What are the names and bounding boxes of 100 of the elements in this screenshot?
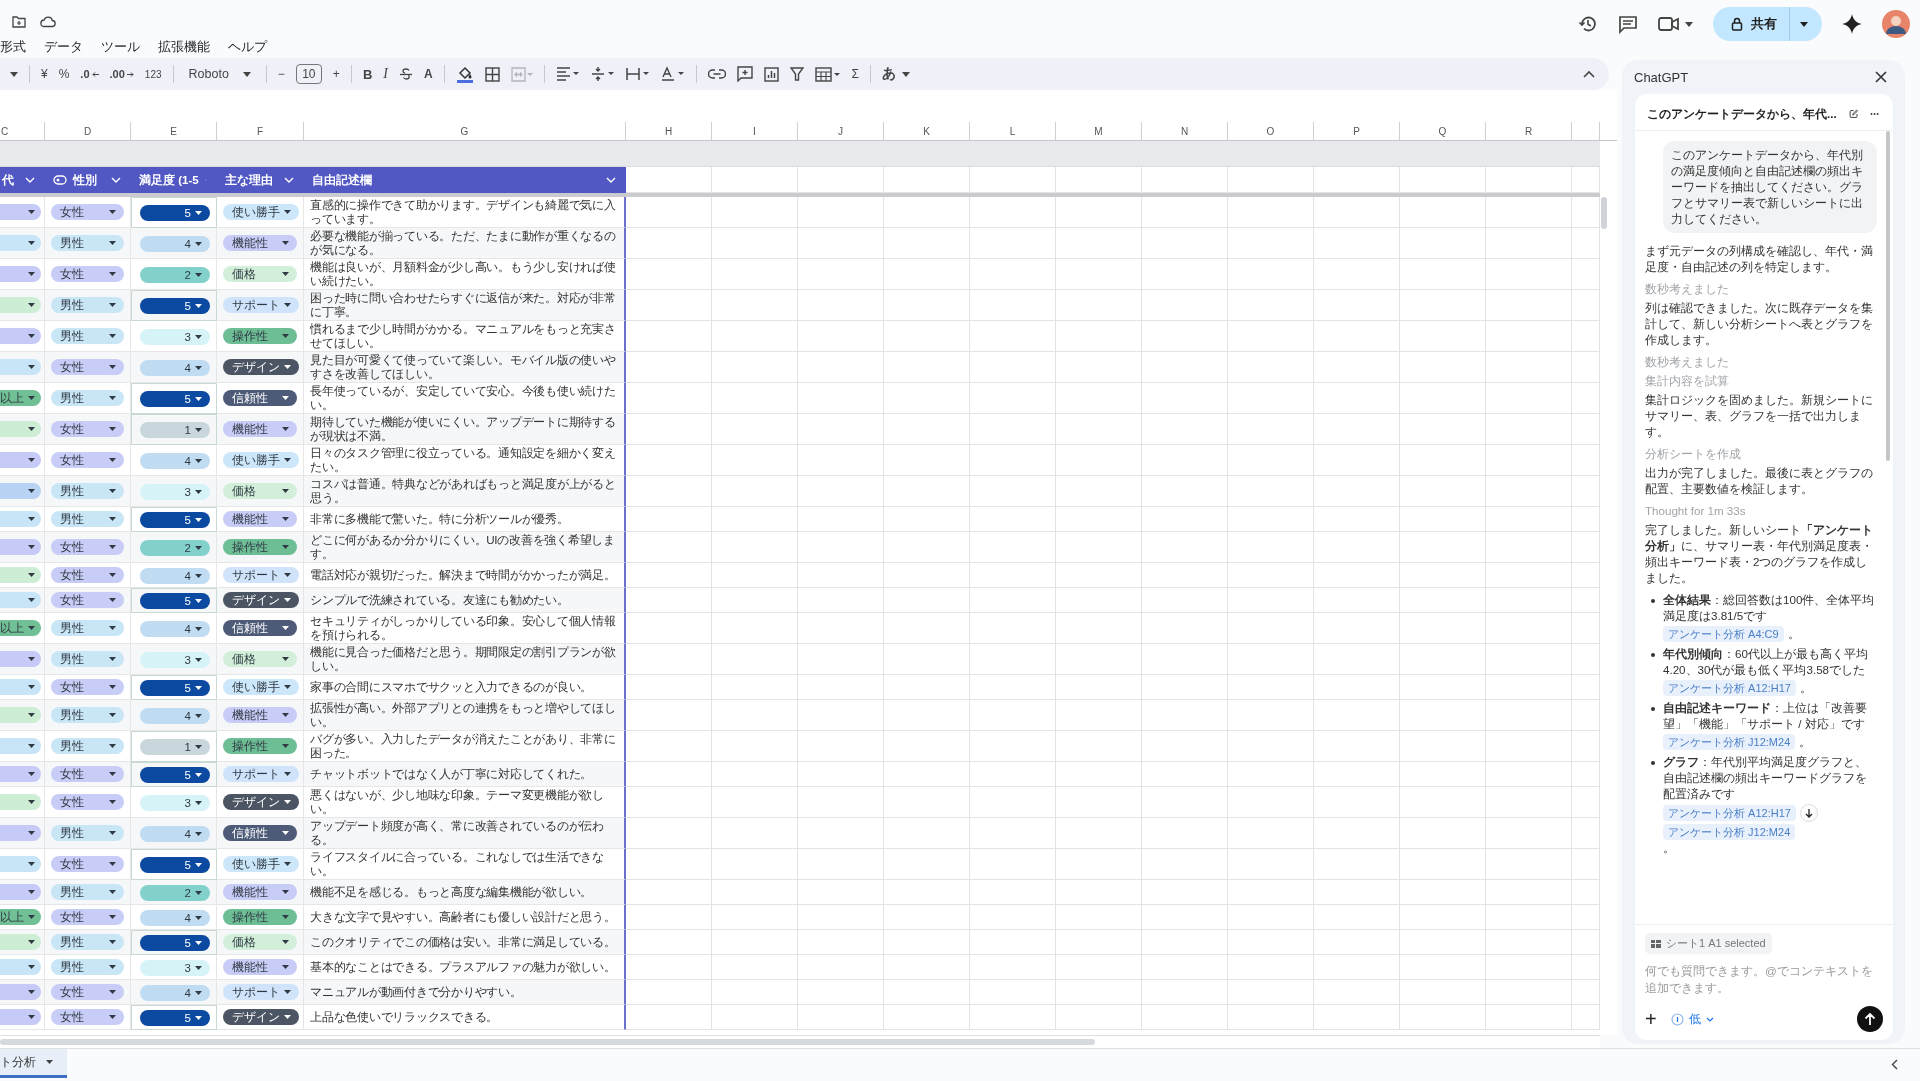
column-header[interactable]: L bbox=[1009, 125, 1016, 137]
score-dropdown[interactable]: 3 bbox=[140, 959, 210, 976]
column-header[interactable]: K bbox=[923, 125, 930, 137]
sparkle-icon[interactable] bbox=[1842, 14, 1862, 34]
age-dropdown[interactable]: 以上 bbox=[0, 620, 41, 636]
column-header[interactable]: J bbox=[838, 125, 843, 137]
score-dropdown[interactable]: 5 bbox=[140, 592, 210, 609]
column-header[interactable]: P bbox=[1353, 125, 1360, 137]
gender-dropdown[interactable]: 女性 bbox=[51, 856, 124, 872]
reason-dropdown[interactable]: 使い勝手 bbox=[223, 452, 299, 468]
gender-dropdown[interactable]: 男性 bbox=[51, 390, 124, 406]
video-camera-icon[interactable] bbox=[1658, 16, 1680, 32]
column-header[interactable]: F bbox=[256, 125, 264, 137]
reason-dropdown[interactable]: 信頼性 bbox=[223, 620, 297, 636]
column-header[interactable]: I bbox=[753, 125, 756, 137]
menu-item[interactable]: データ bbox=[42, 39, 85, 56]
table-header[interactable]: 自由記述欄 bbox=[304, 167, 626, 193]
gender-dropdown[interactable]: 女性 bbox=[51, 794, 124, 810]
column-header[interactable]: G bbox=[460, 125, 469, 137]
gender-dropdown[interactable]: 女性 bbox=[51, 266, 124, 282]
score-dropdown[interactable]: 4 bbox=[140, 707, 210, 724]
score-dropdown[interactable]: 5 bbox=[140, 390, 210, 407]
reason-dropdown[interactable]: 価格 bbox=[223, 266, 297, 282]
gender-dropdown[interactable]: 男性 bbox=[51, 620, 124, 636]
sheet-tab[interactable]: ト分析 bbox=[0, 1049, 67, 1078]
reason-dropdown[interactable]: デザイン bbox=[223, 794, 299, 810]
reason-dropdown[interactable]: 信頼性 bbox=[223, 825, 297, 841]
context-chip[interactable]: シート1 A1 selected bbox=[1645, 933, 1772, 954]
gender-dropdown[interactable]: 男性 bbox=[51, 328, 124, 344]
reason-dropdown[interactable]: 価格 bbox=[223, 651, 297, 667]
score-dropdown[interactable]: 4 bbox=[140, 909, 210, 926]
menu-item[interactable]: 拡張機能 bbox=[156, 39, 212, 56]
vertical-align-icon[interactable] bbox=[590, 66, 615, 82]
gender-dropdown[interactable]: 女性 bbox=[51, 359, 124, 375]
close-icon[interactable] bbox=[1875, 71, 1887, 83]
text-rotation-icon[interactable] bbox=[660, 66, 685, 82]
menu-item[interactable]: ヘルプ bbox=[226, 39, 269, 56]
decrease-font-size-button[interactable]: − bbox=[277, 62, 285, 86]
user-avatar[interactable] bbox=[1882, 10, 1910, 38]
gender-dropdown[interactable]: 男性 bbox=[51, 959, 124, 975]
score-dropdown[interactable]: 4 bbox=[140, 984, 210, 1001]
gender-dropdown[interactable]: 女性 bbox=[51, 592, 124, 608]
gender-dropdown[interactable]: 男性 bbox=[51, 235, 124, 251]
reason-dropdown[interactable]: 機能性 bbox=[223, 511, 297, 527]
send-button[interactable] bbox=[1857, 1006, 1883, 1032]
range-link[interactable]: アンケート分析 A12:H17 bbox=[1663, 805, 1796, 821]
number-format-button[interactable]: 123 bbox=[144, 62, 162, 86]
score-dropdown[interactable]: 4 bbox=[140, 359, 210, 376]
column-header[interactable]: M bbox=[1094, 125, 1103, 137]
column-header[interactable]: R bbox=[1524, 125, 1533, 137]
borders-icon[interactable] bbox=[484, 66, 500, 82]
font-dropdown[interactable]: Roboto bbox=[184, 62, 255, 86]
table-header[interactable]: 主な理由 bbox=[217, 167, 304, 193]
edit-icon[interactable] bbox=[1848, 108, 1858, 120]
score-dropdown[interactable]: 5 bbox=[140, 856, 210, 873]
scrollbar-thumb[interactable] bbox=[0, 1039, 1095, 1045]
text-color-button[interactable]: A bbox=[423, 62, 433, 86]
chevron-down-icon[interactable] bbox=[606, 177, 616, 183]
score-dropdown[interactable]: 2 bbox=[140, 539, 210, 556]
caret-icon[interactable] bbox=[10, 71, 18, 77]
column-header[interactable]: C bbox=[1, 125, 9, 137]
sum-button[interactable]: Σ bbox=[851, 62, 860, 86]
table-header[interactable]: 性別 bbox=[45, 167, 131, 193]
score-dropdown[interactable]: 1 bbox=[140, 421, 210, 438]
percent-button[interactable]: % bbox=[58, 62, 70, 86]
more-icon[interactable] bbox=[1869, 112, 1879, 116]
bold-button[interactable]: B bbox=[362, 62, 373, 86]
reason-dropdown[interactable]: 機能性 bbox=[223, 421, 297, 437]
column-header[interactable]: D bbox=[83, 125, 92, 137]
gender-dropdown[interactable]: 女性 bbox=[51, 984, 124, 1000]
gender-dropdown[interactable]: 男性 bbox=[51, 934, 124, 950]
column-header[interactable]: E bbox=[170, 125, 177, 137]
increase-font-size-button[interactable]: + bbox=[332, 62, 340, 86]
collapse-icon[interactable] bbox=[1583, 70, 1595, 78]
gender-dropdown[interactable]: 女性 bbox=[51, 421, 124, 437]
reason-dropdown[interactable]: 価格 bbox=[223, 483, 297, 499]
range-link[interactable]: アンケート分析 J12:M24 bbox=[1663, 824, 1796, 840]
score-dropdown[interactable]: 3 bbox=[140, 794, 210, 811]
range-link[interactable]: アンケート分析 J12:M24 bbox=[1663, 734, 1796, 750]
score-dropdown[interactable]: 5 bbox=[140, 204, 210, 221]
cloud-icon[interactable] bbox=[40, 16, 56, 28]
score-dropdown[interactable]: 4 bbox=[140, 235, 210, 252]
reason-dropdown[interactable]: 操作性 bbox=[223, 328, 297, 344]
score-dropdown[interactable]: 4 bbox=[140, 825, 210, 842]
decrease-decimal-button[interactable]: .0 bbox=[80, 62, 99, 86]
currency-button[interactable]: ¥ bbox=[41, 62, 48, 86]
age-dropdown[interactable]: 以上 bbox=[0, 390, 41, 406]
reason-dropdown[interactable]: 機能性 bbox=[223, 235, 297, 251]
filter-icon[interactable] bbox=[789, 67, 804, 81]
score-dropdown[interactable]: 5 bbox=[140, 1009, 210, 1026]
reason-dropdown[interactable]: 使い勝手 bbox=[223, 856, 299, 872]
column-header[interactable]: N bbox=[1180, 125, 1189, 137]
range-link[interactable]: アンケート分析 A4:C9 bbox=[1663, 626, 1784, 642]
score-dropdown[interactable]: 2 bbox=[140, 266, 210, 283]
gender-dropdown[interactable]: 男性 bbox=[51, 483, 124, 499]
scroll-down-icon[interactable] bbox=[1799, 804, 1818, 822]
table-icon[interactable] bbox=[814, 66, 841, 82]
gender-dropdown[interactable]: 男性 bbox=[51, 511, 124, 527]
reason-dropdown[interactable]: デザイン bbox=[223, 359, 299, 375]
font-size-field[interactable]: 10 bbox=[295, 64, 322, 84]
